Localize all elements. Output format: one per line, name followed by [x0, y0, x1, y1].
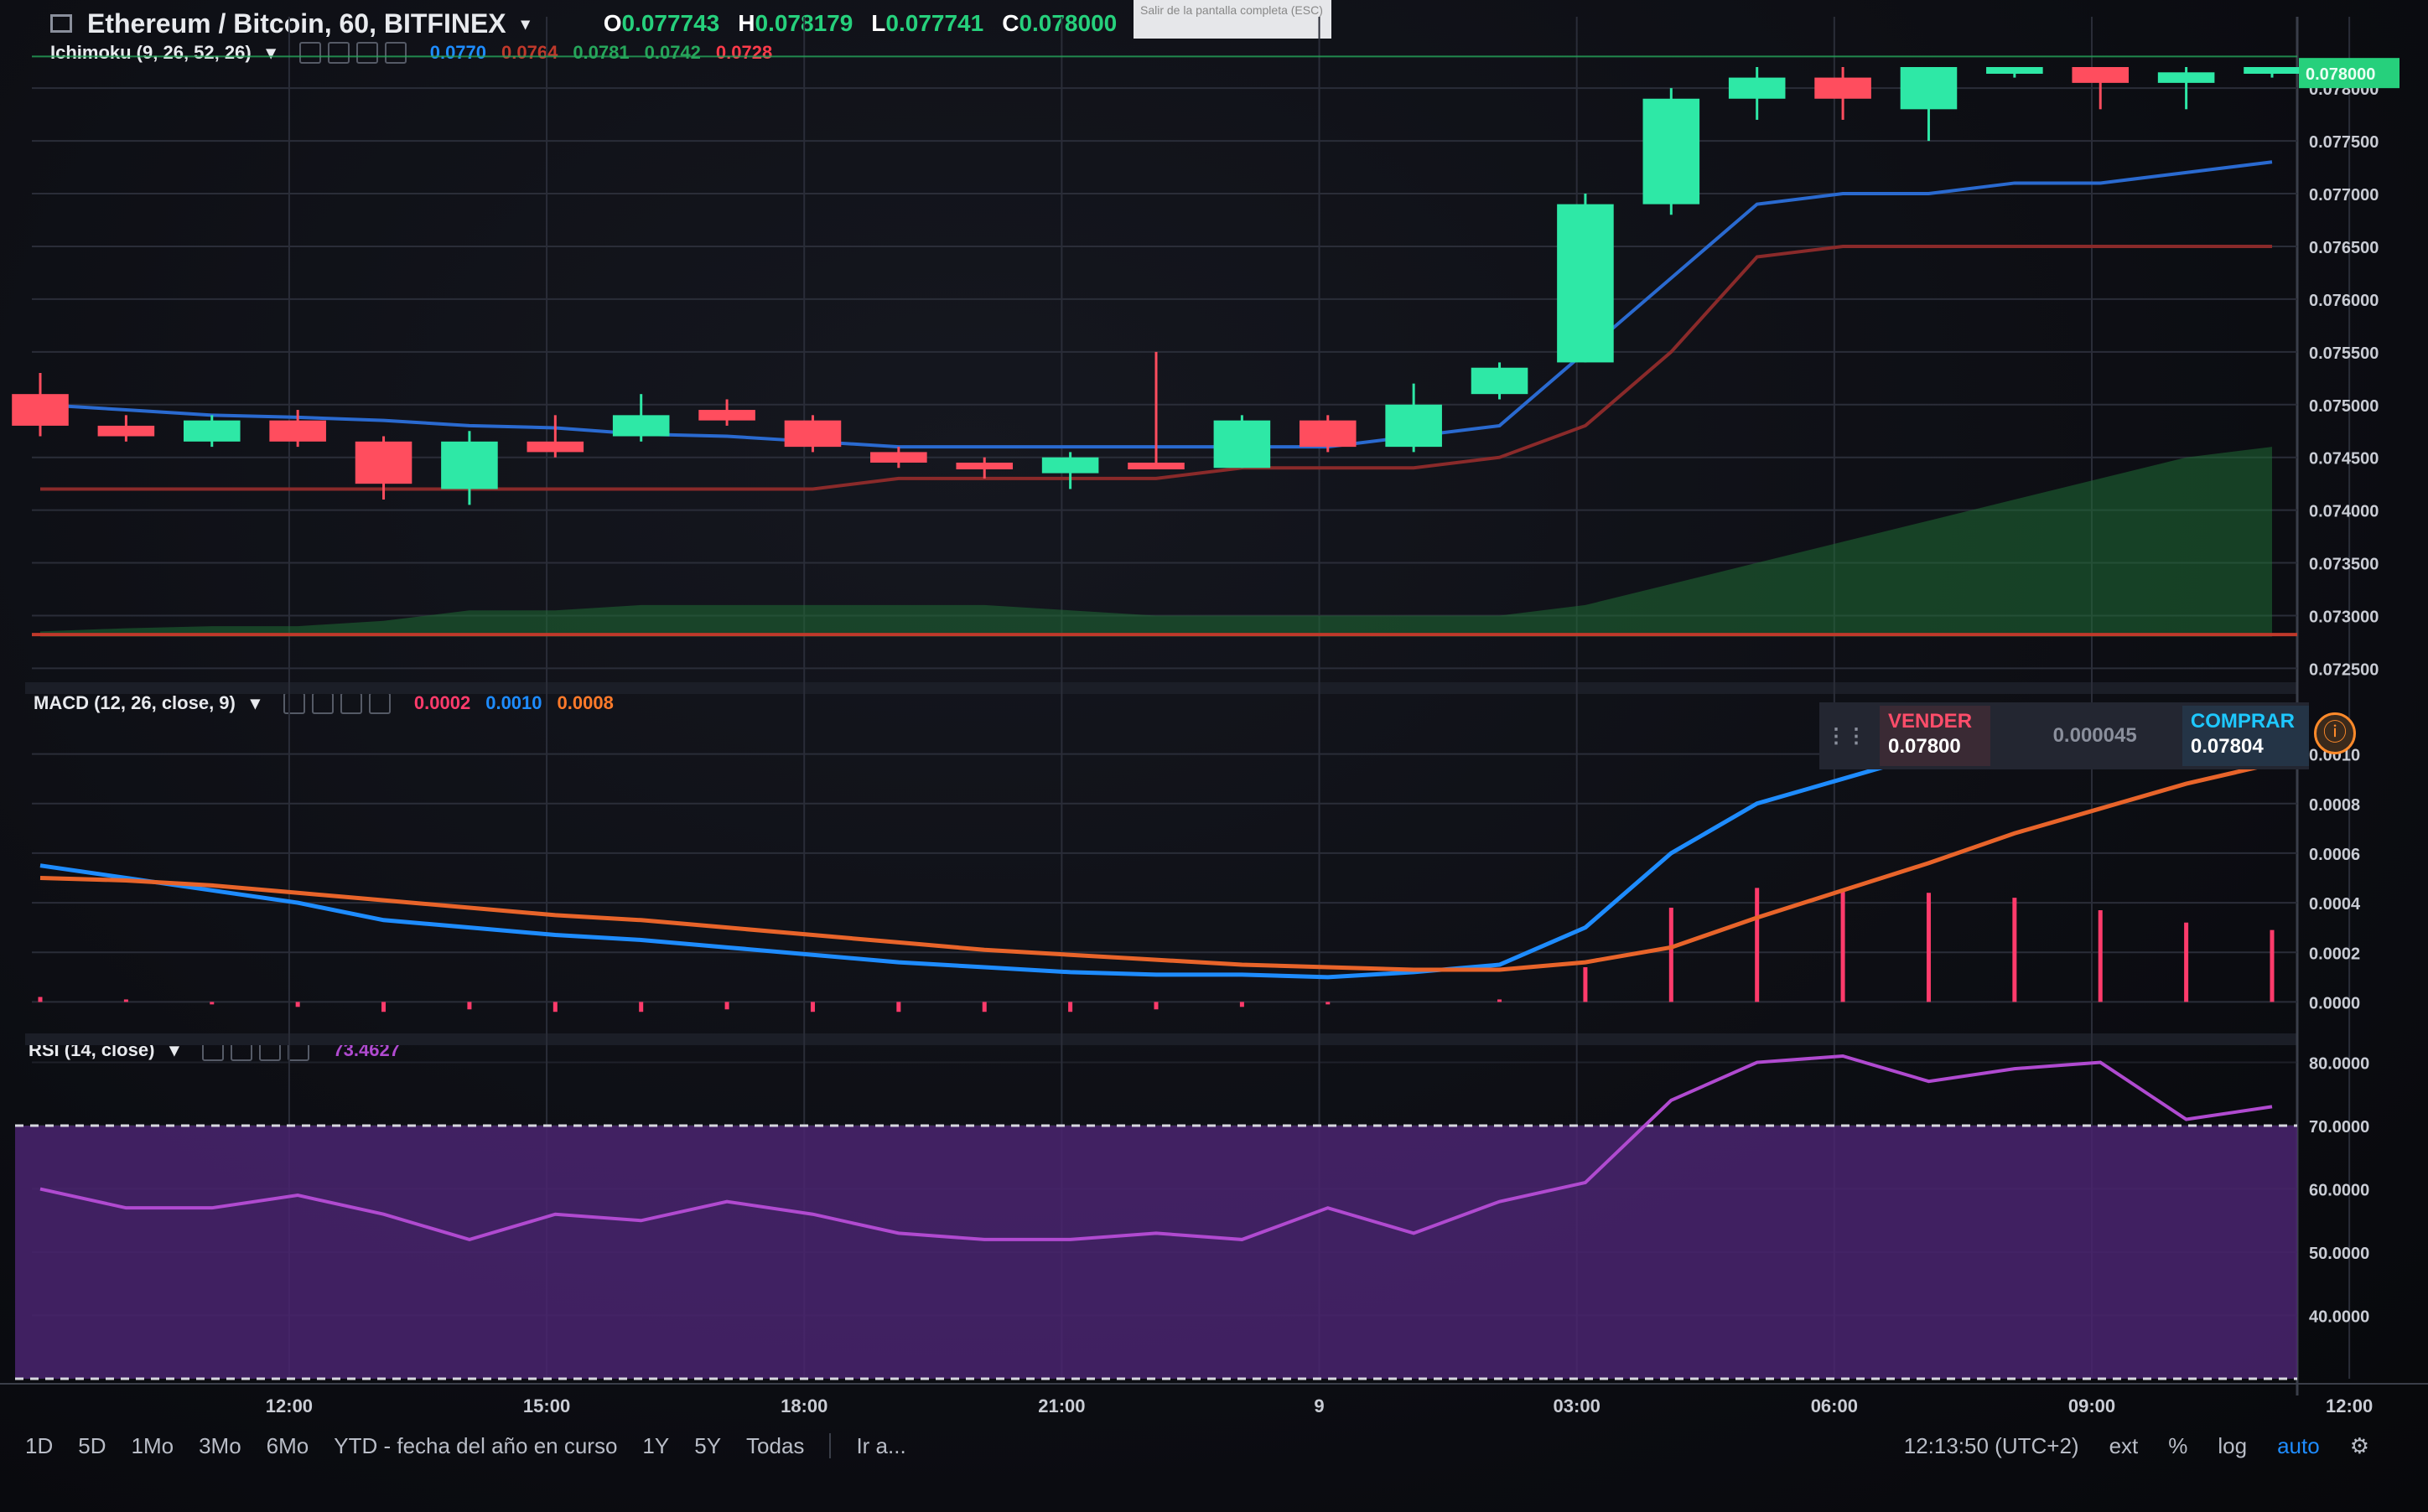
buy-label: COMPRAR	[2190, 710, 2295, 733]
rsi-tick-label: 60.0000	[2309, 1182, 2369, 1200]
candle-body	[355, 441, 412, 484]
candle-body	[1642, 98, 1700, 205]
candle-body	[1471, 367, 1528, 395]
price-tick-label: 0.073500	[2309, 556, 2379, 574]
range-3mo[interactable]: 3Mo	[199, 1433, 241, 1459]
price-tick-label: 0.074500	[2309, 450, 2379, 469]
time-tick-label: 12:00	[2326, 1395, 2373, 1416]
buy-price: 0.07804	[2190, 735, 2264, 758]
current-price-label: 0.078000	[2306, 65, 2375, 84]
candles	[12, 67, 2301, 505]
sell-label: VENDER	[1888, 710, 1973, 733]
rsi-band-fill	[15, 1126, 2297, 1379]
range-5y[interactable]: 5Y	[694, 1433, 721, 1459]
candle-body	[956, 462, 1014, 469]
candle-body	[1557, 204, 1614, 363]
price-tick-label: 0.073000	[2309, 608, 2379, 626]
trade-panel: ⋮⋮ VENDER 0.07800 0.000045 COMPRAR 0.078…	[1819, 702, 2309, 769]
candle-body	[1900, 67, 1958, 110]
candle-body	[97, 425, 155, 437]
goto-date-button[interactable]: Ir a...	[856, 1433, 905, 1459]
time-tick-label: 15:00	[523, 1395, 570, 1416]
rsi-tick-label: 40.0000	[2309, 1308, 2369, 1327]
range-toolbar: 1D 5D 1Mo 3Mo 6Mo YTD - fecha del año en…	[25, 1425, 906, 1467]
order-info-icon[interactable]: ⓘ	[2314, 712, 2356, 754]
percent-button[interactable]: %	[2168, 1433, 2187, 1459]
ext-button[interactable]: ext	[2109, 1433, 2139, 1459]
macd-tick-label: 0.0006	[2309, 846, 2360, 864]
rsi-tick-label: 80.0000	[2309, 1055, 2369, 1074]
range-6mo[interactable]: 6Mo	[267, 1433, 309, 1459]
price-tick-label: 0.075000	[2309, 397, 2379, 416]
candle-body	[1041, 457, 1099, 474]
candle-body	[1213, 420, 1271, 469]
macd-tick-label: 0.0008	[2309, 796, 2360, 815]
divider	[829, 1433, 832, 1458]
time-tick-label: 12:00	[266, 1395, 313, 1416]
candle-body	[441, 441, 498, 489]
candle-body	[269, 420, 326, 442]
clock[interactable]: 12:13:50 (UTC+2)	[1904, 1433, 2079, 1459]
macd-tick-label: 0.0004	[2309, 895, 2361, 914]
price-tick-label: 0.077500	[2309, 133, 2379, 152]
candle-body	[870, 452, 927, 463]
scale-toolbar: 12:13:50 (UTC+2) ext % log auto ⚙	[1904, 1425, 2369, 1467]
candle-body	[1814, 77, 1871, 99]
range-5d[interactable]: 5D	[78, 1433, 106, 1459]
candle-body	[1128, 462, 1185, 469]
time-tick-label: 9	[1314, 1395, 1324, 1416]
drag-handle-icon[interactable]: ⋮⋮	[1826, 724, 1866, 748]
price-tick-label: 0.076500	[2309, 239, 2379, 257]
candle-body	[612, 415, 670, 437]
time-tick-label: 21:00	[1038, 1395, 1085, 1416]
auto-button[interactable]: auto	[2277, 1433, 2320, 1459]
rsi-tick-label: 70.0000	[2309, 1118, 2369, 1137]
macd-plot	[38, 727, 2275, 1012]
range-1y[interactable]: 1Y	[642, 1433, 669, 1459]
price-tick-label: 0.075500	[2309, 344, 2379, 363]
time-tick-label: 03:00	[1554, 1395, 1601, 1416]
time-tick-label: 06:00	[1811, 1395, 1858, 1416]
signal-line	[39, 761, 2273, 972]
sell-button[interactable]: VENDER 0.07800	[1880, 706, 1991, 766]
gear-icon[interactable]: ⚙	[2350, 1433, 2369, 1459]
macd-tick-label: 0.0002	[2309, 945, 2360, 963]
price-tick-label: 0.072500	[2309, 660, 2379, 679]
range-all[interactable]: Todas	[746, 1433, 804, 1459]
sell-price: 0.07800	[1888, 735, 1961, 758]
candle-body	[527, 441, 584, 453]
price-tick-label: 0.077000	[2309, 186, 2379, 205]
range-1d[interactable]: 1D	[25, 1433, 53, 1459]
panel-separator	[25, 682, 2297, 694]
candle-body	[1299, 420, 1357, 448]
time-tick-label: 09:00	[2068, 1395, 2115, 1416]
candle-body	[12, 394, 69, 426]
candle-body	[183, 420, 241, 442]
candle-body	[2072, 67, 2130, 83]
candle-body	[2157, 72, 2215, 83]
candle-body	[1986, 67, 2043, 74]
candle-body	[784, 420, 842, 448]
candle-body	[1385, 404, 1442, 448]
buy-button[interactable]: COMPRAR 0.07804	[2182, 706, 2309, 766]
range-ytd[interactable]: YTD - fecha del año en curso	[334, 1433, 617, 1459]
candle-body	[1728, 77, 1786, 99]
log-button[interactable]: log	[2218, 1433, 2247, 1459]
panel-separator	[25, 1033, 2297, 1045]
candle-body	[698, 410, 755, 421]
rsi-plot	[15, 1054, 2297, 1380]
candle-body	[2244, 67, 2301, 74]
price-tick-label: 0.074000	[2309, 503, 2379, 521]
rsi-tick-label: 50.0000	[2309, 1245, 2369, 1263]
macd-tick-label: 0.0000	[2309, 994, 2360, 1012]
spread-value: 0.000045	[2052, 724, 2137, 747]
range-1mo[interactable]: 1Mo	[132, 1433, 174, 1459]
time-tick-label: 18:00	[781, 1395, 827, 1416]
price-tick-label: 0.076000	[2309, 292, 2379, 310]
